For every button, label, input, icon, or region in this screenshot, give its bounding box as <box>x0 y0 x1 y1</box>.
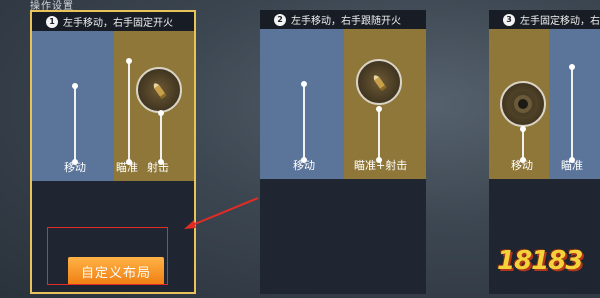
aim-fire-button[interactable] <box>356 59 402 105</box>
aim-marker <box>126 58 132 165</box>
layout-option-2-header: 2 左手移动，右手跟随开火 <box>260 10 426 29</box>
option-number-3: 3 <box>503 13 515 26</box>
layout-option-1-header: 1 左手移动，右手固定开火 <box>32 12 194 31</box>
fire-marker <box>158 110 164 165</box>
aim-fire-label: 瞄准+射击 <box>354 159 408 172</box>
move-marker <box>520 126 526 163</box>
move-label: 移动 <box>511 159 533 172</box>
layout-option-2[interactable]: 2 左手移动，右手跟随开火 移动 瞄准+射击 <box>260 10 426 294</box>
aim-label: 瞄准 <box>116 161 138 174</box>
arrow-icon <box>184 197 259 229</box>
aim-fire-marker <box>376 106 382 163</box>
joystick-icon[interactable] <box>500 81 546 127</box>
layout-option-3-title: 左手固定移动，右手 <box>520 16 600 27</box>
fire-label: 射击 <box>147 161 169 174</box>
watermark-logo: 18183 <box>497 246 583 276</box>
bullet-icon <box>153 83 167 100</box>
move-label: 移动 <box>64 161 86 174</box>
aim-marker <box>569 64 575 163</box>
option-number-1: 1 <box>46 15 58 28</box>
aim-label: 瞄准 <box>561 159 583 172</box>
layout-option-1-title: 左手移动，右手固定开火 <box>63 18 173 29</box>
move-label: 移动 <box>293 159 315 172</box>
highlight-box <box>47 227 168 285</box>
option-number-2: 2 <box>274 13 286 26</box>
move-marker <box>72 83 78 165</box>
move-marker <box>301 81 307 163</box>
layout-option-3-header: 3 左手固定移动，右手 <box>489 10 600 29</box>
fire-button[interactable] <box>136 67 182 113</box>
layout-option-2-title: 左手移动，右手跟随开火 <box>291 16 401 27</box>
bullet-icon <box>373 75 387 92</box>
